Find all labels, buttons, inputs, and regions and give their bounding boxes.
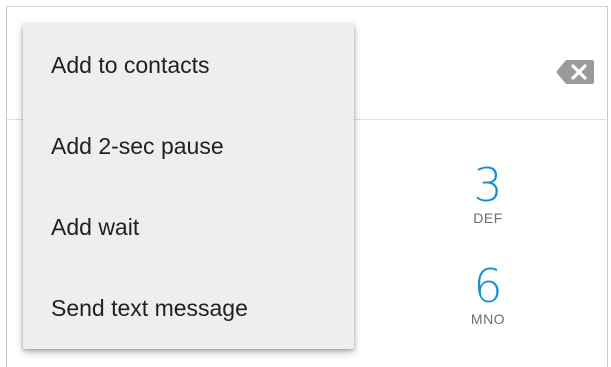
dialpad-key-3[interactable]: 3 DEF	[428, 160, 548, 226]
dialpad-key-6[interactable]: 6 MNO	[428, 261, 548, 327]
menu-item-send-text-message[interactable]: Send text message	[23, 267, 354, 348]
key-letters: MNO	[470, 311, 506, 327]
key-letters: DEF	[473, 210, 503, 226]
menu-item-label: Add wait	[51, 214, 140, 240]
menu-item-add-to-contacts[interactable]: Add to contacts	[23, 24, 354, 105]
menu-item-add-2-sec-pause[interactable]: Add 2-sec pause	[23, 105, 354, 186]
key-digit: 3	[473, 158, 503, 212]
backspace-button[interactable]	[555, 58, 595, 86]
menu-item-label: Add to contacts	[51, 52, 210, 78]
key-digit: 6	[473, 259, 503, 313]
dialer-screen: 3 DEF 6 MNO Add to contacts Add 2-sec pa…	[0, 0, 611, 367]
menu-item-label: Send text message	[51, 295, 248, 321]
overflow-menu: Add to contacts Add 2-sec pause Add wait…	[23, 24, 354, 349]
menu-item-add-wait[interactable]: Add wait	[23, 186, 354, 267]
backspace-icon	[556, 60, 594, 84]
menu-item-label: Add 2-sec pause	[51, 133, 224, 159]
